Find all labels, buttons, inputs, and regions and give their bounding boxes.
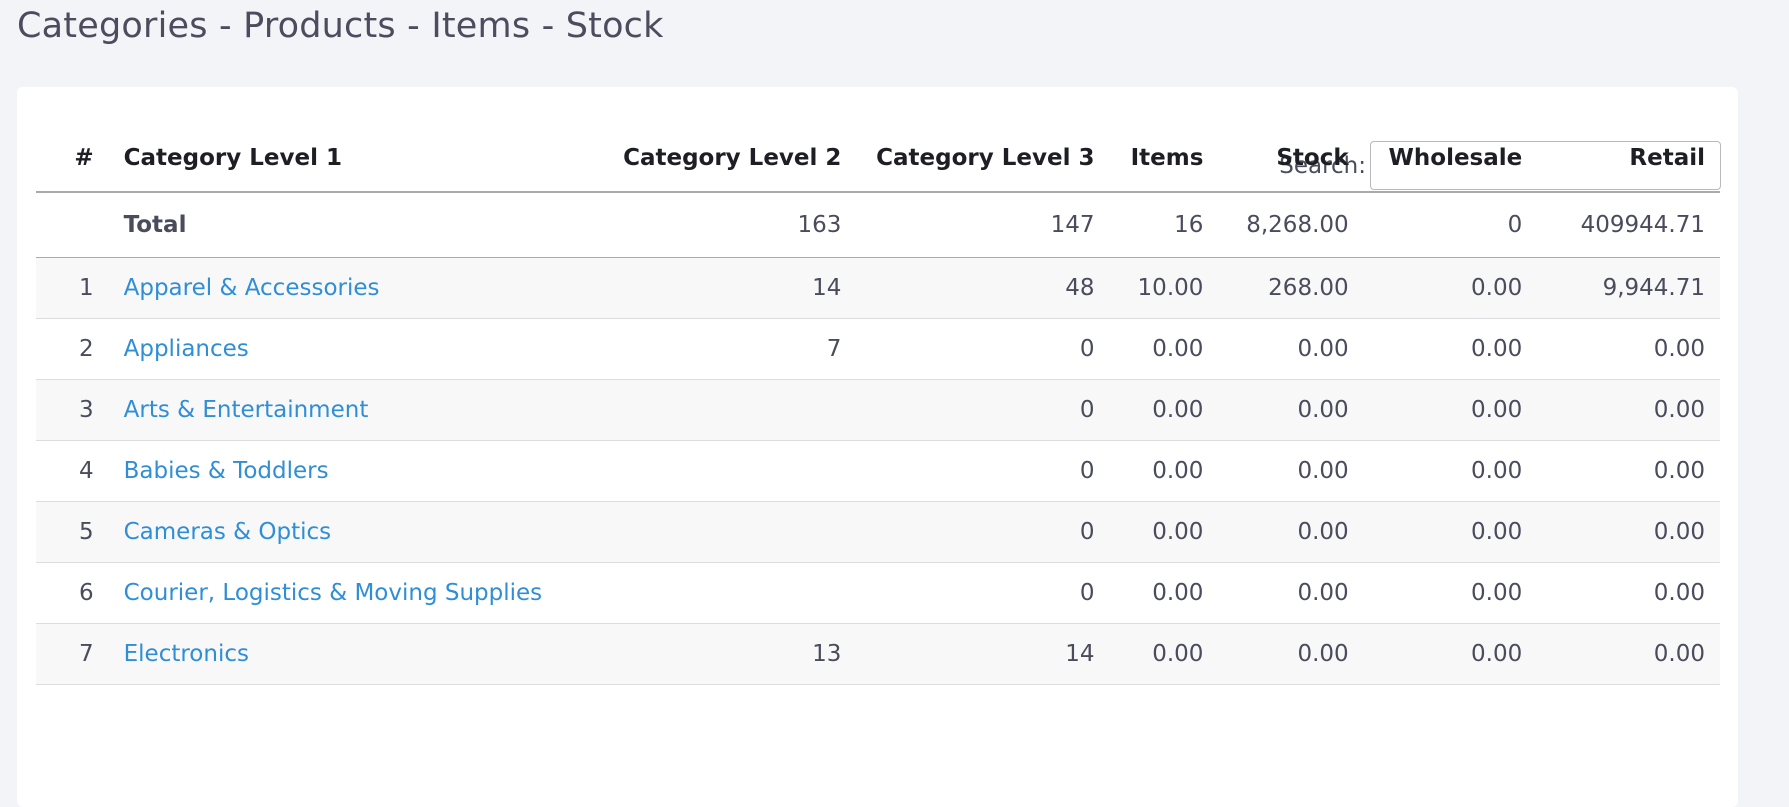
table-row: 5 Cameras & Optics 0 0.00 0.00 0.00 0.00 (36, 501, 1720, 563)
category-level-2-cell: 14 (586, 257, 857, 319)
col-header-category-level-1[interactable]: Category Level 1 (108, 125, 587, 193)
category-level-3-cell: 14 (856, 623, 1110, 685)
category-level-1-link[interactable]: Courier, Logistics & Moving Supplies (124, 580, 543, 606)
category-level-2-cell (586, 379, 857, 441)
category-level-1-link[interactable]: Cameras & Optics (124, 519, 332, 545)
category-level-3-cell: 0 (856, 318, 1110, 380)
total-category-level-2: 163 (586, 192, 857, 258)
category-level-1-link[interactable]: Appliances (124, 336, 249, 362)
category-level-1-link-cell: Apparel & Accessories (108, 257, 587, 319)
retail-cell: 0.00 (1537, 623, 1720, 685)
total-index-cell (36, 192, 109, 258)
row-index-cell: 1 (36, 257, 109, 319)
retail-cell: 0.00 (1537, 562, 1720, 624)
table-row: 2 Appliances 7 0 0.00 0.00 0.00 0.00 (36, 318, 1720, 380)
wholesale-cell: 0.00 (1363, 623, 1538, 685)
categories-table: # Category Level 1 Category Level 2 Cate… (36, 125, 1720, 685)
stock-cell: 0.00 (1218, 318, 1364, 380)
total-retail: 409944.71 (1537, 192, 1720, 258)
category-level-3-cell: 48 (856, 257, 1110, 319)
row-index-cell: 7 (36, 623, 109, 685)
row-index-cell: 6 (36, 562, 109, 624)
category-level-3-cell: 0 (856, 562, 1110, 624)
row-index-cell: 2 (36, 318, 109, 380)
wholesale-cell: 0.00 (1363, 440, 1538, 502)
wholesale-cell: 0.00 (1363, 379, 1538, 441)
items-cell: 0.00 (1109, 379, 1219, 441)
retail-cell: 0.00 (1537, 440, 1720, 502)
col-header-index[interactable]: # (36, 125, 109, 193)
retail-cell: 0.00 (1537, 318, 1720, 380)
total-items: 16 (1109, 192, 1219, 258)
retail-cell: 0.00 (1537, 379, 1720, 441)
total-category-level-3: 147 (856, 192, 1110, 258)
category-level-3-cell: 0 (856, 379, 1110, 441)
category-level-1-link[interactable]: Electronics (124, 641, 249, 667)
category-level-2-cell: 13 (586, 623, 857, 685)
table-header-row: # Category Level 1 Category Level 2 Cate… (36, 125, 1720, 193)
page-title: Categories - Products - Items - Stock (17, 6, 664, 46)
stock-cell: 268.00 (1218, 257, 1364, 319)
items-cell: 0.00 (1109, 501, 1219, 563)
category-level-1-link-cell: Babies & Toddlers (108, 440, 587, 502)
row-index-cell: 4 (36, 440, 109, 502)
category-level-1-link-cell: Cameras & Optics (108, 501, 587, 563)
items-cell: 0.00 (1109, 623, 1219, 685)
wholesale-cell: 0.00 (1363, 501, 1538, 563)
items-cell: 0.00 (1109, 318, 1219, 380)
category-level-2-cell: 7 (586, 318, 857, 380)
row-index-cell: 3 (36, 379, 109, 441)
table-row: 6 Courier, Logistics & Moving Supplies 0 0.… (36, 562, 1720, 624)
wholesale-cell: 0.00 (1363, 318, 1538, 380)
table-row: 4 Babies & Toddlers 0 0.00 0.00 0.00 0.00 (36, 440, 1720, 502)
category-level-2-cell (586, 440, 857, 502)
col-header-category-level-3[interactable]: Category Level 3 (856, 125, 1110, 193)
category-level-3-cell: 0 (856, 440, 1110, 502)
category-level-1-link[interactable]: Arts & Entertainment (124, 397, 369, 423)
stock-cell: 0.00 (1218, 440, 1364, 502)
category-level-1-link[interactable]: Apparel & Accessories (124, 275, 380, 301)
row-index-cell: 5 (36, 501, 109, 563)
col-header-retail[interactable]: Retail (1537, 125, 1720, 193)
stock-cell: 0.00 (1218, 501, 1364, 563)
category-level-2-cell (586, 501, 857, 563)
table-row: 7 Electronics 13 14 0.00 0.00 0.00 0.00 (36, 623, 1720, 685)
items-cell: 10.00 (1109, 257, 1219, 319)
retail-cell: 0.00 (1537, 501, 1720, 563)
stock-cell: 0.00 (1218, 623, 1364, 685)
category-level-1-link[interactable]: Babies & Toddlers (124, 458, 329, 484)
category-level-1-link-cell: Electronics (108, 623, 587, 685)
total-stock: 8,268.00 (1218, 192, 1364, 258)
total-label: Total (108, 192, 587, 258)
total-row: Total 163 147 16 8,268.00 0 409944.71 (36, 192, 1720, 258)
category-level-1-link-cell: Courier, Logistics & Moving Supplies (108, 562, 587, 624)
items-cell: 0.00 (1109, 440, 1219, 502)
total-wholesale: 0 (1363, 192, 1538, 258)
category-level-2-cell (586, 562, 857, 624)
retail-cell: 9,944.71 (1537, 257, 1720, 319)
table-row: 1 Apparel & Accessories 14 48 10.00 268.00 0.0… (36, 257, 1720, 319)
items-cell: 0.00 (1109, 562, 1219, 624)
table-row: 3 Arts & Entertainment 0 0.00 0.00 0.00 0.00 (36, 379, 1720, 441)
wholesale-cell: 0.00 (1363, 257, 1538, 319)
category-level-1-link-cell: Appliances (108, 318, 587, 380)
wholesale-cell: 0.00 (1363, 562, 1538, 624)
col-header-items[interactable]: Items (1109, 125, 1219, 193)
col-header-stock[interactable]: Stock (1218, 125, 1364, 193)
category-level-3-cell: 0 (856, 501, 1110, 563)
col-header-category-level-2[interactable]: Category Level 2 (586, 125, 857, 193)
col-header-wholesale[interactable]: Wholesale (1363, 125, 1538, 193)
category-level-1-link-cell: Arts & Entertainment (108, 379, 587, 441)
stock-cell: 0.00 (1218, 379, 1364, 441)
stock-cell: 0.00 (1218, 562, 1364, 624)
